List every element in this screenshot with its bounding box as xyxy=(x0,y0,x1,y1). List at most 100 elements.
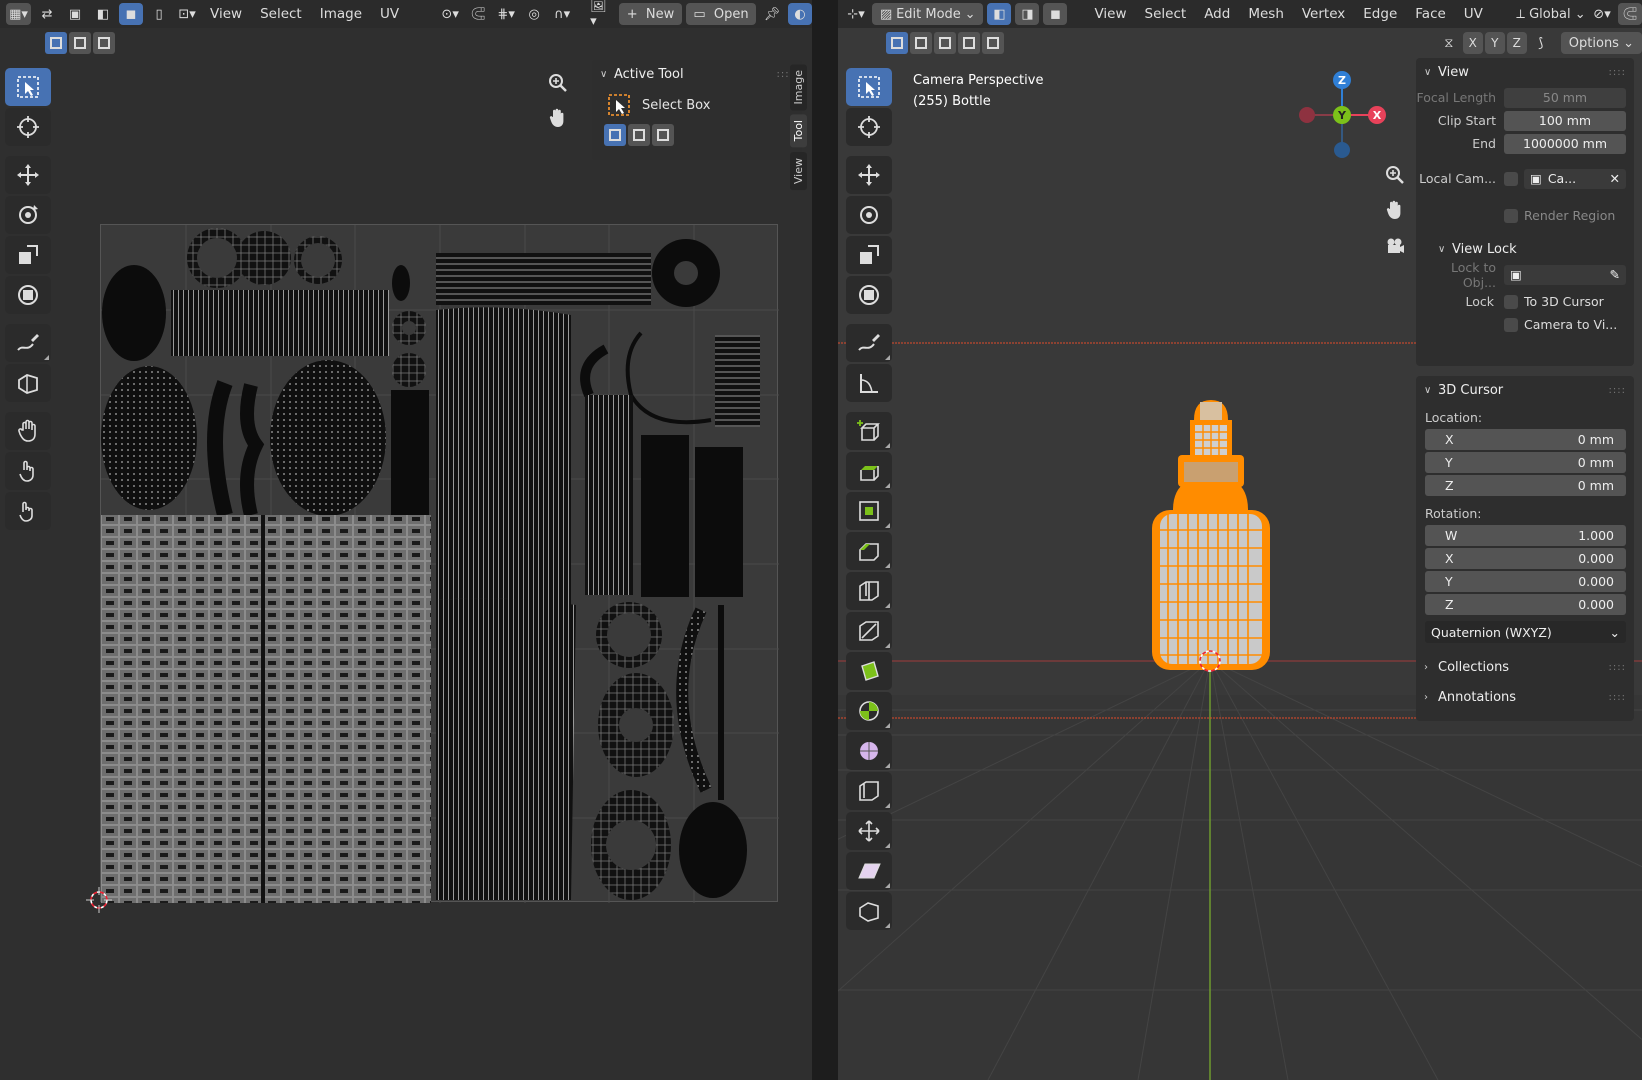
scale-tool[interactable] xyxy=(846,236,892,274)
smooth-tool[interactable] xyxy=(846,732,892,770)
vp-menu-face[interactable]: Face xyxy=(1408,3,1453,25)
pinch-tool[interactable] xyxy=(5,492,51,530)
vertex-select-icon[interactable]: ▣ xyxy=(63,3,87,25)
pivot-icon[interactable]: ⊘▾ xyxy=(1590,3,1614,25)
vp-menu-vertex[interactable]: Vertex xyxy=(1295,3,1352,25)
mirror-z-button[interactable]: Z xyxy=(1506,32,1527,54)
lock-cursor-row[interactable]: Lock To 3D Cursor xyxy=(1416,290,1634,313)
vp-menu-add[interactable]: Add xyxy=(1197,3,1237,25)
rip-tool[interactable] xyxy=(5,364,51,402)
uv-menu-uv[interactable]: UV xyxy=(373,3,406,25)
snap-icon[interactable]: 🧲︎ xyxy=(466,3,490,25)
face-select-icon[interactable]: ◼ xyxy=(119,3,144,25)
editor-type-button[interactable]: ▦▾ xyxy=(6,3,32,25)
annotate-tool[interactable] xyxy=(846,324,892,362)
vp-menu-view[interactable]: View xyxy=(1087,3,1133,25)
rotate-tool[interactable] xyxy=(5,196,51,234)
mirror-x-button[interactable]: X xyxy=(1462,32,1483,54)
clear-icon[interactable]: ✕ xyxy=(1610,171,1620,186)
navigation-gizmo[interactable]: Z X Y xyxy=(1292,68,1392,168)
focal-length-field[interactable]: 50 mm xyxy=(1504,87,1626,108)
inset-tool[interactable] xyxy=(846,492,892,530)
move-tool[interactable] xyxy=(5,156,51,194)
select-difference-icon[interactable] xyxy=(958,32,980,54)
mirror-icon[interactable]: ⧖ xyxy=(1437,32,1461,54)
pin-icon[interactable]: 📌︎ xyxy=(760,3,784,25)
select-subtract-icon[interactable] xyxy=(652,124,674,146)
falloff-icon[interactable]: ∩▾ xyxy=(550,3,574,25)
rip-region-tool[interactable] xyxy=(846,892,892,930)
vp-menu-select[interactable]: Select xyxy=(1138,3,1194,25)
render-region-row[interactable]: Render Region xyxy=(1416,204,1634,227)
clip-end-field[interactable]: 1000000 mm xyxy=(1504,133,1626,154)
brush-icon[interactable]: ⟆ xyxy=(1529,32,1553,54)
face-select-icon[interactable]: ◼ xyxy=(1043,3,1068,25)
shrink-fatten-tool[interactable] xyxy=(846,812,892,850)
transform-tool[interactable] xyxy=(5,276,51,314)
uv-menu-select[interactable]: Select xyxy=(253,3,309,25)
active-tool-header[interactable]: ∨ Active Tool:::: xyxy=(592,60,802,88)
scale-tool[interactable] xyxy=(5,236,51,274)
lock-to-cursor-checkbox[interactable] xyxy=(1504,294,1518,309)
vp-menu-uv[interactable]: UV xyxy=(1457,3,1490,25)
select-intersect-icon[interactable] xyxy=(982,32,1004,54)
snap-icon[interactable]: 🧲︎ xyxy=(1618,3,1642,25)
camera-to-view-checkbox[interactable] xyxy=(1504,317,1518,332)
shear-tool[interactable] xyxy=(846,852,892,890)
rotation-mode-dropdown[interactable]: Quaternion (WXYZ) ⌄ xyxy=(1425,621,1626,643)
spin-tool[interactable] xyxy=(846,692,892,730)
island-select-icon[interactable]: ▯ xyxy=(147,3,171,25)
overlay-icon[interactable]: ◐ xyxy=(788,3,812,25)
select-new-icon[interactable] xyxy=(45,32,67,54)
vp-zoom-button[interactable] xyxy=(1380,160,1410,190)
edge-select-icon[interactable]: ◨ xyxy=(1015,3,1040,25)
eyedropper-icon[interactable]: ✎ xyxy=(1610,267,1620,282)
select-subtract-icon[interactable] xyxy=(934,32,956,54)
select-subtract-icon[interactable] xyxy=(93,32,115,54)
select-new-icon[interactable] xyxy=(886,32,908,54)
pivot-icon[interactable]: ⊙▾ xyxy=(438,3,462,25)
orientation-dropdown[interactable]: ⟂ Global ⌄ xyxy=(1516,3,1586,25)
uv-menu-view[interactable]: View xyxy=(203,3,249,25)
uv-pan-button[interactable] xyxy=(543,103,573,133)
edge-select-icon[interactable]: ◧ xyxy=(91,3,115,25)
uv-layout-canvas[interactable] xyxy=(100,224,779,903)
view-panel-header[interactable]: ∨ View:::: xyxy=(1416,58,1634,86)
select-new-icon[interactable] xyxy=(604,124,626,146)
vp-menu-edge[interactable]: Edge xyxy=(1356,3,1404,25)
relax-tool[interactable] xyxy=(5,452,51,490)
tab-image[interactable]: Image xyxy=(790,64,807,111)
knife-tool[interactable] xyxy=(846,612,892,650)
rotation-x-field[interactable]: X 0.000 xyxy=(1425,548,1626,569)
vp-menu-mesh[interactable]: Mesh xyxy=(1241,3,1291,25)
uv-2d-cursor-icon[interactable] xyxy=(84,885,114,915)
sticky-select-icon[interactable]: ⊡▾ xyxy=(175,3,199,25)
select-extend-icon[interactable] xyxy=(910,32,932,54)
loop-cut-tool[interactable] xyxy=(846,572,892,610)
active-tool-row[interactable]: Select Box xyxy=(592,88,802,122)
mode-dropdown[interactable]: ▨ Edit Mode ⌄ xyxy=(872,3,984,25)
local-camera-checkbox[interactable] xyxy=(1504,171,1518,186)
transform-tool[interactable] xyxy=(846,276,892,314)
clip-start-field[interactable]: 100 mm xyxy=(1504,110,1626,131)
vertex-select-icon[interactable]: ◧ xyxy=(987,3,1012,25)
viewport-3d[interactable]: ⊹▾ ▨ Edit Mode ⌄ ◧ ◨ ◼ View Select Add Mes… xyxy=(838,0,1642,1080)
uv-zoom-button[interactable] xyxy=(543,68,573,98)
poly-build-tool[interactable] xyxy=(846,652,892,690)
lock-to-object-field[interactable]: ▣ ✎ xyxy=(1504,264,1626,285)
editor-type-button[interactable]: ⊹▾ xyxy=(844,3,868,25)
add-cube-tool[interactable] xyxy=(846,412,892,450)
rotate-tool[interactable] xyxy=(846,196,892,234)
cursor-tool[interactable] xyxy=(846,108,892,146)
tab-view[interactable]: View xyxy=(790,151,807,190)
rotation-y-field[interactable]: Y 0.000 xyxy=(1425,571,1626,592)
uv-menu-image[interactable]: Image xyxy=(313,3,369,25)
render-region-checkbox[interactable] xyxy=(1504,208,1518,223)
location-y-field[interactable]: Y 0 mm xyxy=(1425,452,1626,473)
annotations-header[interactable]: › Annotations:::: xyxy=(1416,683,1634,711)
grab-tool[interactable] xyxy=(5,412,51,450)
edge-slide-tool[interactable] xyxy=(846,772,892,810)
rotation-w-field[interactable]: W 1.000 xyxy=(1425,525,1626,546)
select-extend-icon[interactable] xyxy=(628,124,650,146)
rotation-z-field[interactable]: Z 0.000 xyxy=(1425,594,1626,615)
